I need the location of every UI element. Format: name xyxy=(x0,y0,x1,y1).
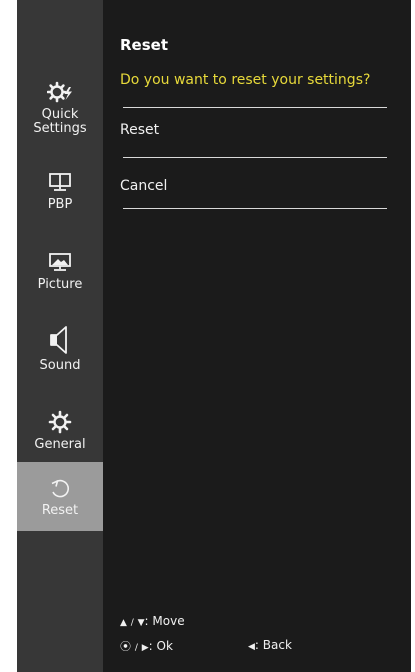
sidebar-item-label: General xyxy=(34,437,86,452)
divider xyxy=(123,208,387,209)
help-back-label: Back xyxy=(262,638,292,652)
help-move-label: Move xyxy=(152,614,185,628)
sidebar-item-label: Sound xyxy=(39,358,81,373)
sound-icon xyxy=(48,325,72,355)
sidebar-item-label: Picture xyxy=(37,277,83,292)
quick-settings-icon xyxy=(47,80,73,104)
help-move: ▲ / ▼: Move xyxy=(120,614,185,628)
sidebar-item-label: PBP xyxy=(47,197,73,212)
down-arrow-icon: ▼ xyxy=(137,618,145,628)
sidebar-item-quick-settings[interactable]: Quick Settings xyxy=(17,80,103,146)
help-ok-label: Ok xyxy=(156,639,173,653)
sidebar-item-pbp[interactable]: PBP xyxy=(17,170,103,220)
general-icon xyxy=(48,410,72,434)
sidebar-item-label: Quick Settings xyxy=(33,107,87,136)
main-panel: Reset Do you want to reset your settings… xyxy=(120,0,390,672)
sidebar-item-sound[interactable]: Sound xyxy=(17,325,103,380)
help-ok: ⦿ / ▶: Ok xyxy=(120,639,173,653)
divider xyxy=(123,157,387,158)
right-arrow-icon: ▶ xyxy=(141,643,149,653)
help-back: ◀: Back xyxy=(248,638,292,652)
divider xyxy=(123,107,387,108)
picture-icon xyxy=(48,250,72,274)
sidebar-item-general[interactable]: General xyxy=(17,410,103,460)
sidebar-item-picture[interactable]: Picture xyxy=(17,250,103,300)
sidebar: Quick Settings PBP Picture Sound General… xyxy=(17,0,103,672)
sidebar-item-label: Reset xyxy=(41,502,79,518)
reset-question: Do you want to reset your settings? xyxy=(120,72,371,88)
reset-option[interactable]: Reset xyxy=(120,122,159,138)
page-title: Reset xyxy=(120,36,168,54)
cancel-option[interactable]: Cancel xyxy=(120,178,167,194)
left-arrow-icon: ◀ xyxy=(248,642,255,652)
ok-button-icon: ⦿ xyxy=(120,640,131,653)
up-arrow-icon: ▲ xyxy=(120,618,127,628)
pbp-icon xyxy=(48,170,72,194)
sidebar-item-reset[interactable]: Reset xyxy=(17,462,103,531)
reset-icon xyxy=(48,476,72,500)
